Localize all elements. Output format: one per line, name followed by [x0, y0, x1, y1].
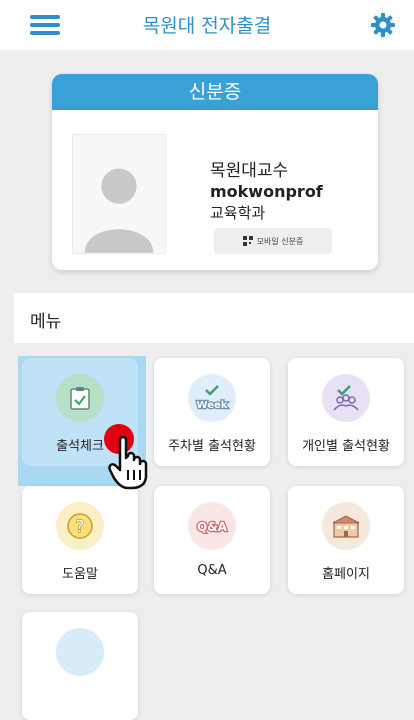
gear-icon[interactable] — [370, 12, 396, 38]
menu-tile-label: 주차별 출석현황 — [168, 439, 256, 454]
user-id: mokwonprof — [210, 182, 323, 201]
hand-pointer-icon — [108, 435, 148, 490]
menu-tile-label: Q&A — [197, 563, 227, 578]
menu-tile-qna[interactable]: Q&A Q&A — [154, 486, 270, 594]
user-name: 목원대교수 — [210, 161, 289, 181]
svg-text:Week: Week — [197, 400, 228, 411]
menu-tile-weekly-attendance[interactable]: Week 주차별 출석현황 — [154, 358, 270, 466]
people-check-icon — [322, 374, 370, 422]
id-card: 신분증 목원대교수 mokwonprof 교육학과 모바일 신분증 — [52, 74, 378, 270]
menu-section-header: 메뉴 — [14, 293, 414, 343]
svg-text:?: ? — [75, 517, 84, 537]
top-bar: 목원대 전자출결 — [0, 0, 414, 50]
app-title: 목원대 전자출결 — [142, 15, 272, 37]
menu-tile-label: 도움말 — [62, 567, 98, 582]
menu-tile-label: 개인별 출석현황 — [302, 439, 390, 454]
menu-heading: 메뉴 — [30, 312, 62, 332]
partial-tile-icon — [56, 628, 104, 676]
menu-tile-help[interactable]: ? 도움말 — [22, 486, 138, 594]
question-icon: ? — [56, 502, 104, 550]
qna-icon: Q&A — [188, 502, 236, 550]
mobile-id-button[interactable]: 모바일 신분증 — [214, 228, 332, 254]
menu-tile-individual-attendance[interactable]: 개인별 출석현황 — [288, 358, 404, 466]
clipboard-check-icon — [56, 374, 104, 422]
menu-tile-partial[interactable] — [22, 612, 138, 720]
mobile-id-button-label: 모바일 신분증 — [256, 236, 304, 246]
week-icon: Week — [188, 374, 236, 422]
menu-tile-homepage[interactable]: 홈페이지 — [288, 486, 404, 594]
id-card-title: 신분증 — [52, 74, 378, 110]
menu-tile-label: 홈페이지 — [322, 567, 370, 582]
user-department: 교육학과 — [210, 204, 266, 222]
qr-code-icon — [242, 236, 253, 246]
profile-photo-placeholder-icon — [72, 134, 166, 254]
school-building-icon — [322, 502, 370, 550]
svg-text:Q&A: Q&A — [197, 520, 228, 534]
